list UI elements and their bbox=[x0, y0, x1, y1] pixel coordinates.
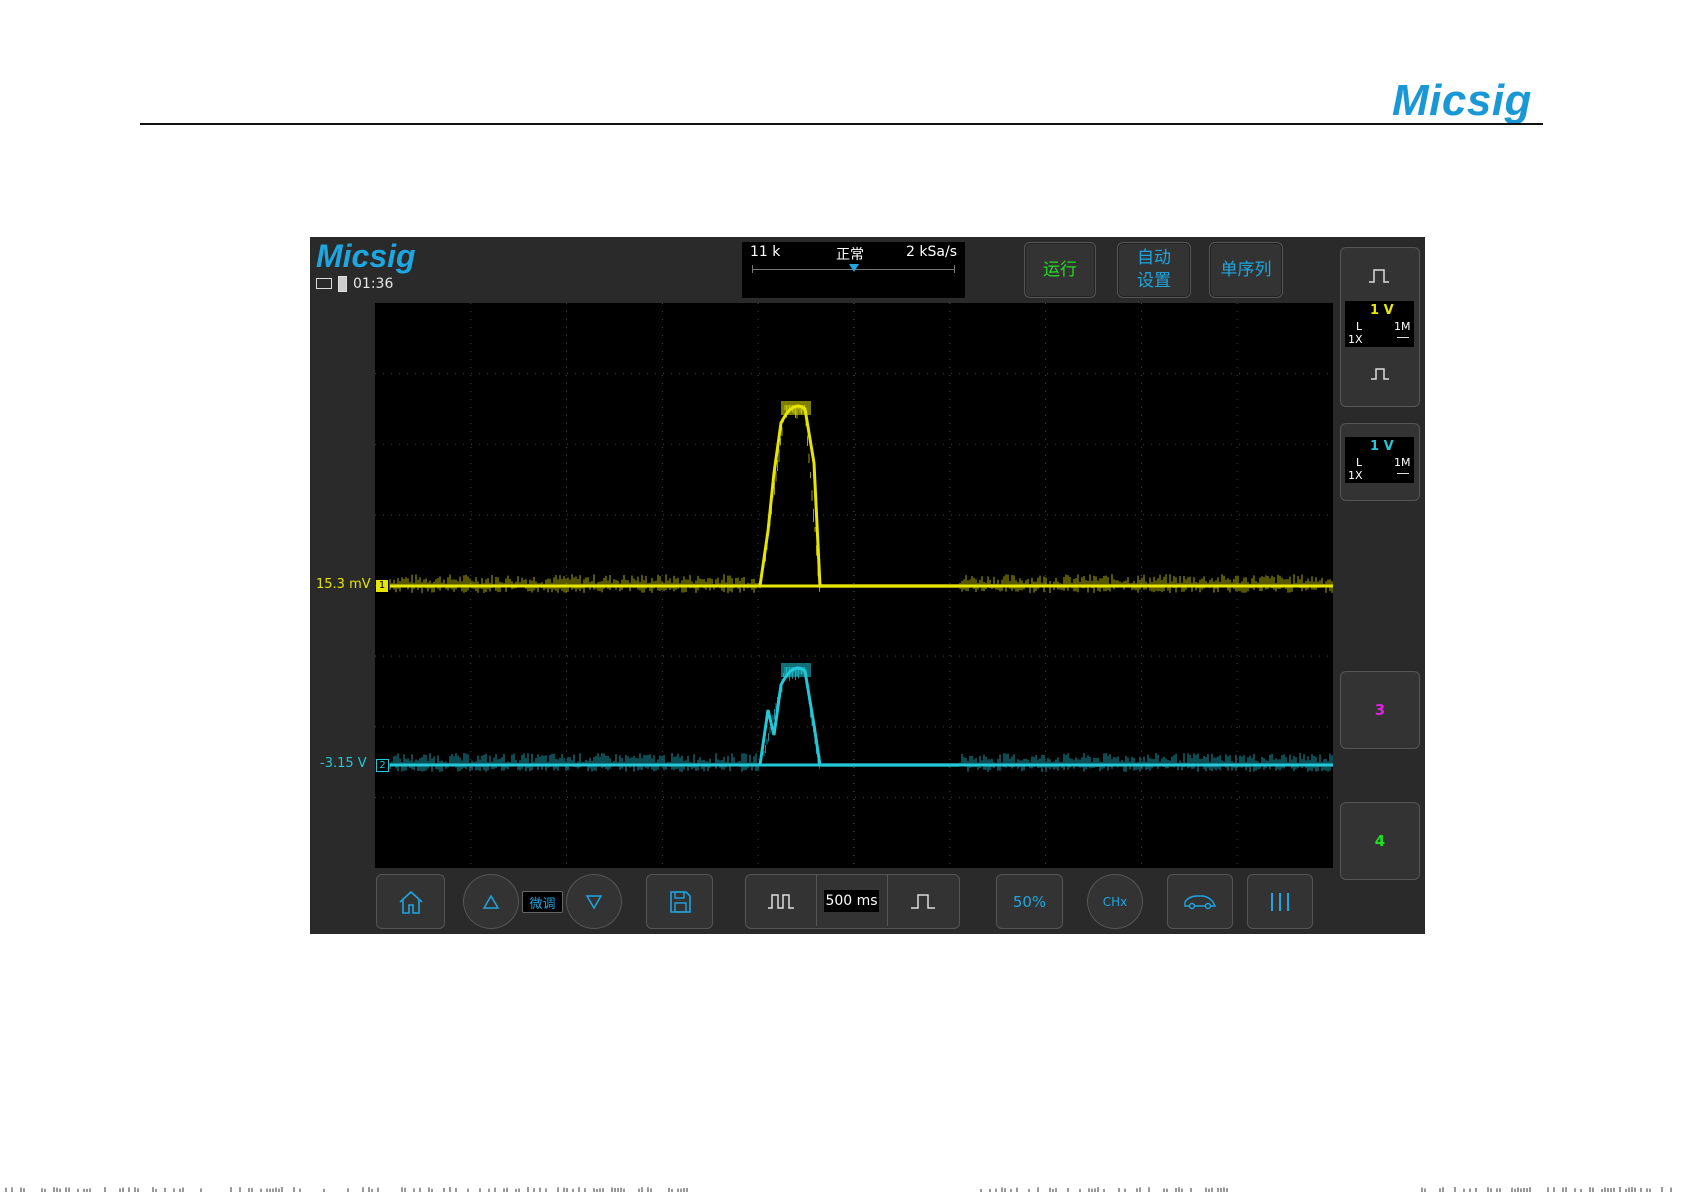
timebase-increase-button[interactable] bbox=[888, 875, 957, 926]
divider bbox=[816, 875, 817, 926]
dc-coupling-icon bbox=[1397, 337, 1409, 338]
ch1-level-marker[interactable]: 1 bbox=[376, 580, 388, 592]
ch4-label: 4 bbox=[1374, 832, 1386, 850]
battery-icon bbox=[338, 276, 347, 292]
timebase-value: 500 ms bbox=[824, 890, 879, 912]
auto-mode-button[interactable] bbox=[1167, 874, 1233, 929]
trigger-50-percent-button[interactable]: 50% bbox=[996, 874, 1063, 929]
ch3-button[interactable]: 3 bbox=[1340, 671, 1420, 749]
run-button[interactable]: 运行 bbox=[1024, 242, 1096, 298]
ch1-probe: 1X bbox=[1348, 333, 1363, 346]
fine-up-button[interactable] bbox=[463, 874, 519, 929]
car-icon bbox=[1184, 894, 1217, 909]
ch2-impedance: 1M bbox=[1394, 456, 1411, 469]
ch2-trace-noise bbox=[389, 753, 1333, 772]
auto-setup-button[interactable]: 自动 设置 bbox=[1117, 242, 1191, 298]
ch2-trace-pulse-noise bbox=[763, 667, 820, 769]
ch4-button[interactable]: 4 bbox=[1340, 802, 1420, 880]
home-button[interactable] bbox=[376, 874, 445, 929]
ch2-scale: 1 V bbox=[1370, 439, 1394, 454]
ch3-label: 3 bbox=[1374, 701, 1386, 719]
page-logo: Micsig bbox=[1392, 76, 1532, 125]
waveform-display[interactable] bbox=[375, 303, 1333, 868]
ch2-offset-label: -3.15 V bbox=[320, 756, 367, 771]
scope-logo: Micsig bbox=[316, 238, 416, 274]
auto-setup-label-2: 设置 bbox=[1137, 271, 1171, 291]
ch2-level-marker[interactable]: 2 bbox=[376, 759, 389, 772]
timebar-left-cap bbox=[752, 265, 753, 273]
waveform-canvas bbox=[375, 303, 1333, 868]
ch1-offset-label: 15.3 mV bbox=[316, 577, 371, 592]
sample-rate: 2 kSa/s bbox=[906, 244, 957, 260]
ch2-probe: 1X bbox=[1348, 469, 1363, 482]
ch1-trace-pulse bbox=[758, 404, 822, 587]
save-button[interactable] bbox=[646, 874, 713, 929]
down-triangle-icon bbox=[585, 894, 603, 909]
home-icon bbox=[398, 890, 423, 914]
status-row: 01:36 bbox=[316, 276, 393, 292]
ch1-trace-noise bbox=[389, 574, 1333, 593]
monitor-icon bbox=[316, 277, 332, 289]
menu-button[interactable] bbox=[1247, 874, 1313, 929]
fine-adjust-label[interactable]: 微调 bbox=[522, 891, 563, 913]
ch1-scale: 1 V bbox=[1370, 303, 1394, 318]
menu-bars-icon bbox=[1271, 892, 1289, 911]
clock-time: 01:36 bbox=[353, 276, 394, 292]
ch1-coupling: L bbox=[1356, 320, 1363, 333]
pulse-narrow-icon bbox=[910, 893, 935, 909]
ch1-impedance: 1M bbox=[1394, 320, 1411, 333]
up-triangle-icon bbox=[482, 894, 500, 909]
footer-noise-strip bbox=[5, 1187, 1672, 1192]
channel-select-button[interactable]: CHx bbox=[1087, 874, 1143, 929]
ch2-info-box[interactable]: 1 V L 1M 1X bbox=[1345, 437, 1414, 483]
pulse-wide-icon bbox=[768, 893, 794, 909]
footer-noise-marks bbox=[5, 1187, 1672, 1192]
timebar-right-cap bbox=[954, 265, 955, 273]
ch1-trace-pulse-top bbox=[781, 401, 811, 415]
single-sequence-button[interactable]: 单序列 bbox=[1209, 242, 1283, 298]
trigger-position-marker[interactable] bbox=[849, 264, 859, 272]
dc-coupling-icon bbox=[1397, 473, 1409, 474]
acquire-mode: 正常 bbox=[836, 247, 864, 263]
ch1-info-box[interactable]: 1 V L 1M 1X bbox=[1345, 301, 1414, 347]
fine-down-button[interactable] bbox=[566, 874, 622, 929]
save-icon bbox=[669, 890, 691, 913]
header-rule bbox=[140, 123, 1543, 125]
pulse-narrow-icon[interactable] bbox=[1368, 268, 1390, 284]
pulse-narrow-icon[interactable] bbox=[1370, 367, 1390, 381]
ch2-coupling: L bbox=[1356, 456, 1363, 469]
timebase-overview[interactable]: 11 k 正常 2 kSa/s bbox=[742, 242, 965, 298]
record-length: 11 k bbox=[750, 244, 781, 260]
auto-setup-label-1: 自动 bbox=[1137, 248, 1171, 269]
timebase-decrease-button[interactable] bbox=[746, 875, 816, 926]
ch2-trace-pulse-top bbox=[781, 663, 811, 677]
